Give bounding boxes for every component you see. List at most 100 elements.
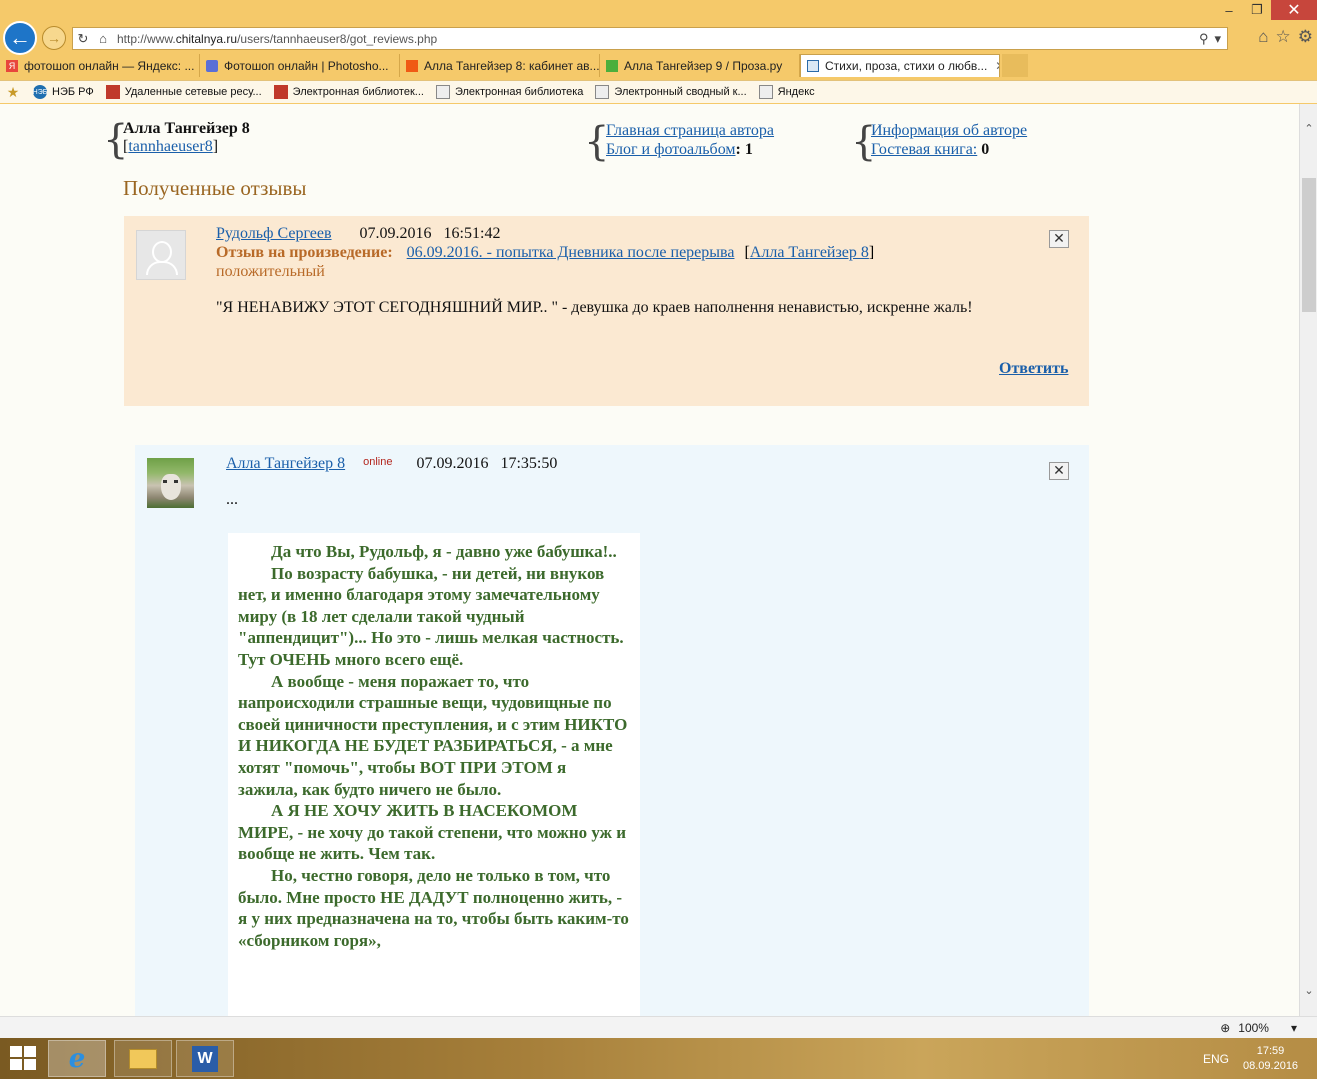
fav-neb[interactable]: НЭБ НЭБ РФ xyxy=(33,85,94,99)
review-date: 07.09.2016 xyxy=(359,225,432,242)
fav-elib1[interactable]: Электронная библиотек... xyxy=(273,85,424,99)
folder-icon xyxy=(129,1048,157,1069)
guestbook-link[interactable]: Гостевая книга: xyxy=(871,141,977,158)
new-tab-button[interactable] xyxy=(1002,54,1028,77)
delete-answer-button[interactable]: ✕ xyxy=(1049,462,1069,480)
author-login: [tannhaeuser8] xyxy=(123,138,218,156)
review-time: 16:51:42 xyxy=(443,225,501,242)
neb-icon: НЭБ xyxy=(33,85,47,99)
tab-label: Стихи, проза, стихи о любв... xyxy=(825,59,988,73)
reply-button[interactable]: Ответить xyxy=(999,360,1068,378)
taskbar: e W ENG 17:59 08.09.2016 xyxy=(0,1038,1317,1079)
work-author-bracket-close: ] xyxy=(868,244,875,261)
stihi-icon xyxy=(406,59,418,72)
address-host: chitalnya.ru xyxy=(175,31,238,46)
work-author-link[interactable]: Алла Тангейзер 8 xyxy=(750,244,869,261)
home-icon[interactable]: ⌂ xyxy=(1258,27,1268,47)
wolf-avatar-icon xyxy=(161,474,181,500)
favorites-icon[interactable]: ★ xyxy=(6,84,25,100)
clock-time: 17:59 xyxy=(1256,1045,1285,1057)
blog-line: Блог и фотоальбом: 1 xyxy=(606,141,753,159)
proza-icon xyxy=(606,59,618,72)
answer-intro: ... xyxy=(226,491,238,508)
author-login-link[interactable]: tannhaeuser8 xyxy=(128,138,212,155)
avatar[interactable] xyxy=(147,458,194,508)
restore-icon[interactable]: ❐ xyxy=(1243,0,1271,20)
tab-label: Алла Тангейзер 9 / Проза.ру xyxy=(624,58,783,73)
page-icon xyxy=(595,85,610,99)
dropdown-icon[interactable]: ▾ xyxy=(1214,31,1221,47)
favorites-star-icon[interactable]: ☆ xyxy=(1276,27,1291,47)
wolf-eye xyxy=(163,480,167,483)
wolf-eye xyxy=(174,480,178,483)
language-indicator[interactable]: ENG xyxy=(1203,1052,1229,1066)
blog-count: : 1 xyxy=(735,141,753,158)
answer-author-link[interactable]: Алла Тангейзер 8 xyxy=(226,455,345,472)
windows-start-icon[interactable] xyxy=(10,1046,38,1072)
zoom-control[interactable]: ⊕ 100% ▾ xyxy=(1220,1021,1297,1035)
taskbar-ie[interactable]: e xyxy=(48,1040,106,1077)
search-icon[interactable]: ⚲ xyxy=(1199,31,1209,47)
word-icon: W xyxy=(192,1045,218,1072)
section-title: Полученные отзывы xyxy=(123,176,307,200)
library-icon xyxy=(105,85,120,99)
vertical-scrollbar[interactable]: ⌃ ⌄ xyxy=(1299,104,1317,1016)
close-window-icon[interactable]: ✕ xyxy=(1271,0,1317,20)
tab-label: фотошоп онлайн — Яндекс: ... xyxy=(24,58,195,73)
fav-label: Удаленные сетевые ресу... xyxy=(124,86,262,98)
fav-remote[interactable]: Удаленные сетевые ресу... xyxy=(105,85,262,99)
forward-button[interactable]: → xyxy=(42,26,66,50)
fav-label: Электронная библиотека xyxy=(454,86,584,98)
answer-paragraph: А Я НЕ ХОЧУ ЖИТЬ В НАСЕКОМОМ МИРЕ, - не … xyxy=(238,801,627,864)
online-badge: online xyxy=(363,456,393,468)
status-bar: ⊕ 100% ▾ xyxy=(0,1016,1317,1038)
review-card: Рудольф Сергеев 07.09.2016 16:51:42 Отзы… xyxy=(124,216,1089,406)
tab-proza[interactable]: Алла Тангейзер 9 / Проза.ру xyxy=(600,54,800,77)
answer-paragraph: По возрасту бабушка, - ни детей, ни внук… xyxy=(238,563,624,669)
gear-icon[interactable]: ⚙ xyxy=(1298,27,1313,47)
page-icon xyxy=(435,85,450,99)
work-title-link[interactable]: 06.09.2016. - попытка Дневника после пер… xyxy=(407,244,735,261)
page-content: { Алла Тангейзер 8 [tannhaeuser8] { Глав… xyxy=(0,104,1299,1016)
chitalnya-icon xyxy=(807,60,819,72)
author-main-page-link[interactable]: Главная страница автора xyxy=(606,122,774,140)
answer-paragraph: Да что Вы, Рудольф, я - давно уже бабушк… xyxy=(271,542,617,561)
site-icon: ⌂ xyxy=(99,31,107,46)
zoom-icon: ⊕ xyxy=(1220,1021,1231,1035)
close-tab-icon[interactable]: ✕ xyxy=(995,59,999,73)
fav-label: Яндекс xyxy=(777,86,815,98)
review-author-link[interactable]: Рудольф Сергеев xyxy=(216,225,332,242)
refresh-icon[interactable]: ↻ xyxy=(73,31,93,47)
delete-review-button[interactable]: ✕ xyxy=(1049,230,1069,248)
fav-elib2[interactable]: Электронная библиотека xyxy=(435,85,584,99)
scroll-thumb[interactable] xyxy=(1302,178,1316,312)
work-label: Отзыв на произведение: xyxy=(216,244,393,261)
yandex-icon: Я xyxy=(6,59,18,72)
address-input[interactable]: http://www.chitalnya.ru/users/tannhaeuse… xyxy=(113,32,1199,46)
address-path: /users/tannhaeuser8/got_reviews.php xyxy=(237,31,438,46)
address-bar[interactable]: ↻ ⌂ http://www.chitalnya.ru/users/tannha… xyxy=(72,27,1228,50)
author-info-link[interactable]: Информация об авторе xyxy=(871,122,1027,140)
fav-yandex[interactable]: Яндекс xyxy=(758,85,815,99)
back-button[interactable]: ← xyxy=(3,21,37,55)
login-bracket-close: ] xyxy=(212,138,219,155)
minimize-icon[interactable]: – xyxy=(1215,0,1243,20)
scroll-up-icon[interactable]: ⌃ xyxy=(1300,122,1317,138)
guestbook-count: 0 xyxy=(977,141,990,158)
window-controls: – ❐ ✕ xyxy=(1215,0,1317,22)
taskbar-explorer[interactable] xyxy=(114,1040,172,1077)
tab-photoshop[interactable]: Фотошоп онлайн | Photosho... xyxy=(200,54,400,77)
review-text: "Я НЕНАВИЖУ ЭТОТ СЕГОДНЯШНИЙ МИР.. " - д… xyxy=(216,299,973,316)
address-prefix: http://www. xyxy=(117,31,176,46)
tab-cabinet[interactable]: Алла Тангейзер 8: кабинет ав... xyxy=(400,54,600,77)
zoom-dropdown-icon[interactable]: ▾ xyxy=(1291,1021,1297,1035)
tab-yandex[interactable]: Я фотошоп онлайн — Яндекс: ... xyxy=(0,54,200,77)
taskbar-word[interactable]: W xyxy=(176,1040,234,1077)
tab-chitalnya[interactable]: Стихи, проза, стихи о любв... ✕ xyxy=(800,54,1000,77)
scroll-down-icon[interactable]: ⌄ xyxy=(1300,984,1317,1000)
tab-label: Алла Тангейзер 8: кабинет ав... xyxy=(424,58,600,73)
fav-catalog[interactable]: Электронный сводный к... xyxy=(595,85,747,99)
clock[interactable]: 17:59 08.09.2016 xyxy=(1243,1044,1298,1074)
avatar[interactable] xyxy=(136,230,186,280)
blog-link[interactable]: Блог и фотоальбом xyxy=(606,141,736,158)
